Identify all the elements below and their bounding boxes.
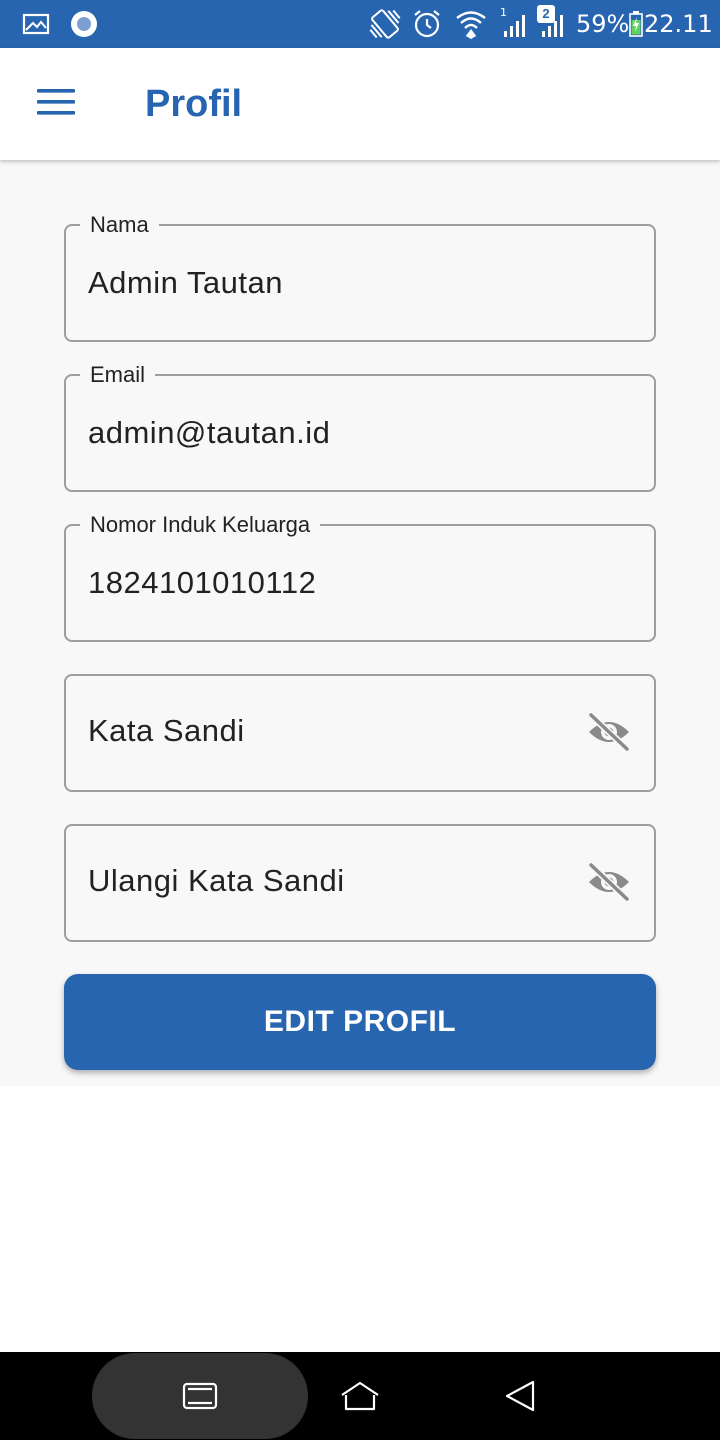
edit-profile-button[interactable]: EDIT PROFIL	[64, 974, 656, 1070]
clock: 22.11	[644, 10, 713, 38]
vibrate-icon	[366, 0, 404, 48]
record-icon	[68, 0, 100, 48]
signal-icon	[498, 0, 532, 48]
email-input[interactable]	[88, 376, 568, 490]
battery-percent: 59%	[576, 10, 630, 38]
toggle-password-visibility-button[interactable]	[586, 712, 632, 752]
name-field[interactable]: Nama	[64, 212, 656, 342]
battery-charging-icon	[628, 0, 644, 48]
back-button[interactable]	[470, 1352, 570, 1440]
navigation-bar	[0, 1352, 720, 1440]
password-repeat-field[interactable]: Ulangi Kata Sandi	[64, 824, 656, 942]
password-repeat-placeholder[interactable]: Ulangi Kata Sandi	[88, 826, 568, 940]
recents-button[interactable]	[150, 1352, 250, 1440]
password-field[interactable]: Kata Sandi	[64, 674, 656, 792]
alarm-icon	[410, 0, 444, 48]
nik-input[interactable]	[88, 526, 568, 640]
profile-form: Nama Email Nomor Induk Keluarga Kata San…	[0, 160, 720, 1086]
back-icon	[505, 1380, 535, 1412]
wifi-icon	[452, 0, 490, 48]
status-bar: 1 2 59% 22.11	[0, 0, 720, 48]
password-placeholder[interactable]: Kata Sandi	[88, 676, 568, 790]
signal-icon	[536, 0, 570, 48]
toggle-password-repeat-visibility-button[interactable]	[586, 862, 632, 902]
nik-field[interactable]: Nomor Induk Keluarga	[64, 512, 656, 642]
menu-icon	[37, 88, 75, 121]
name-input[interactable]	[88, 226, 568, 340]
app-bar: Profil	[0, 48, 720, 160]
eye-off-icon	[588, 862, 630, 902]
page-title: Profil	[145, 83, 243, 125]
eye-off-icon	[588, 712, 630, 752]
gallery-icon	[20, 0, 52, 48]
email-field[interactable]: Email	[64, 362, 656, 492]
home-button[interactable]	[310, 1352, 410, 1440]
recents-icon	[182, 1382, 218, 1410]
menu-button[interactable]	[28, 76, 84, 132]
home-icon	[341, 1381, 379, 1411]
